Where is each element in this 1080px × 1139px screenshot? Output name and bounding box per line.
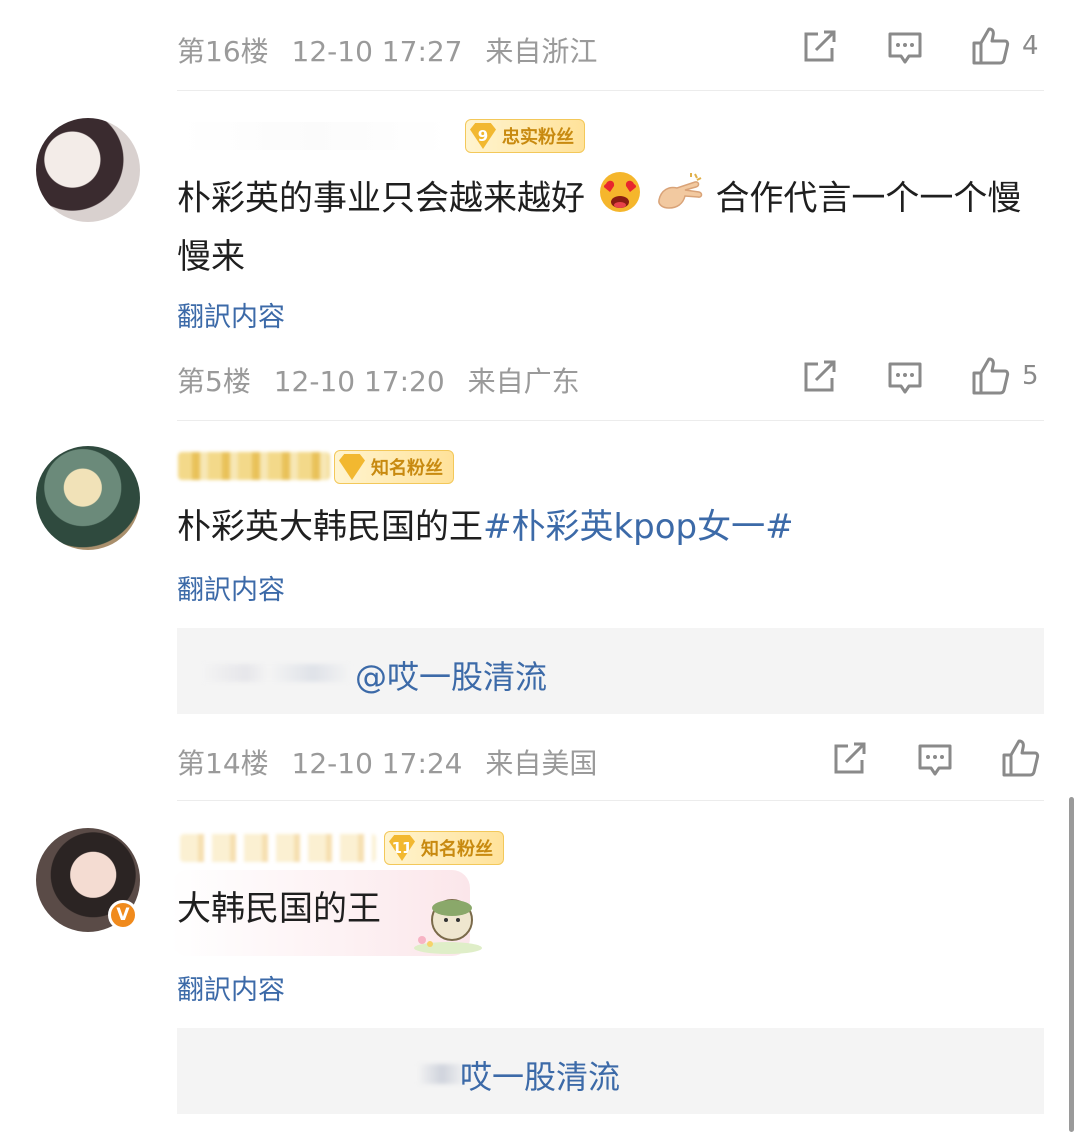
comment-meta: 第5楼 12-10 17:20 来自广东 — [177, 360, 594, 400]
fan-badge[interactable]: 9 忠实粉丝 — [465, 119, 585, 153]
reply-mention[interactable]: @哎一股清流 — [355, 652, 547, 698]
share-button[interactable] — [802, 30, 838, 64]
fan-label: 知名粉丝 — [371, 458, 443, 479]
floor-label: 第5楼 — [177, 365, 251, 398]
location: 来自浙江 — [485, 35, 598, 68]
timestamp: 12-10 17:24 — [291, 747, 463, 780]
username-blurred[interactable] — [178, 452, 330, 480]
comment-meta: 第16楼 12-10 17:27 来自浙江 — [177, 30, 611, 70]
blurred-reply-name — [201, 664, 351, 682]
like-count: 5 — [1022, 361, 1039, 391]
share-icon — [804, 360, 836, 392]
divider — [177, 420, 1044, 421]
comment-icon — [888, 362, 922, 394]
reply-mention[interactable]: 哎一股清流 — [460, 1052, 620, 1098]
avatar[interactable] — [36, 446, 140, 550]
comment-button[interactable] — [887, 30, 923, 66]
like-icon — [972, 27, 1010, 65]
fan-level: 9 — [470, 123, 496, 149]
fan-level — [339, 454, 365, 480]
fan-badge[interactable]: 知名粉丝 — [334, 450, 454, 484]
share-button[interactable] — [832, 742, 868, 776]
avatar[interactable] — [36, 118, 140, 222]
fan-level: 11 — [389, 835, 415, 861]
hand-emoji-icon — [655, 170, 705, 230]
verified-badge: V — [108, 900, 138, 930]
like-icon — [972, 357, 1010, 395]
like-button[interactable] — [1000, 738, 1040, 778]
location: 来自广东 — [467, 365, 580, 398]
comment-text-part: 慢来 — [177, 237, 245, 277]
divider — [177, 90, 1044, 91]
comment-button[interactable] — [917, 742, 953, 778]
divider — [177, 800, 1044, 801]
timestamp: 12-10 17:27 — [291, 35, 463, 68]
heart-eyes-emoji-icon — [596, 170, 644, 230]
like-count: 4 — [1022, 31, 1039, 61]
share-icon — [804, 30, 836, 62]
translate-link[interactable]: 翻訳内容 — [177, 968, 285, 1007]
translate-link[interactable]: 翻訳内容 — [177, 568, 285, 607]
reply-preview[interactable] — [177, 628, 1044, 714]
floor-label: 第14楼 — [177, 747, 269, 780]
comment-icon — [918, 744, 952, 776]
share-button[interactable] — [802, 360, 838, 394]
floor-label: 第16楼 — [177, 35, 269, 68]
comment-meta: 第14楼 12-10 17:24 来自美国 — [177, 742, 611, 782]
fan-badge[interactable]: 11 知名粉丝 — [384, 831, 504, 865]
scrollbar[interactable] — [1069, 797, 1074, 1132]
fan-label: 忠实粉丝 — [502, 127, 574, 148]
like-icon — [1002, 739, 1040, 777]
share-icon — [834, 742, 866, 774]
sticker-icon — [408, 890, 488, 960]
comment-text-part: 朴彩英大韩民国的王 — [177, 507, 483, 547]
comment-button[interactable] — [887, 360, 923, 396]
comment-text: 朴彩英的事业只会越来越好 合作代言一个一个慢 慢来 — [177, 170, 1047, 284]
comment-text: 大韩民国的王 — [177, 889, 381, 929]
fan-label: 知名粉丝 — [421, 839, 493, 860]
username-blurred[interactable] — [180, 122, 450, 150]
comment-text-part: 合作代言一个一个慢 — [715, 178, 1022, 219]
like-button[interactable]: 5 — [970, 356, 1039, 396]
like-button[interactable]: 4 — [970, 26, 1039, 66]
username-blurred[interactable] — [180, 834, 376, 862]
timestamp: 12-10 17:20 — [273, 365, 445, 398]
comment-text: 朴彩英大韩民国的王#朴彩英kpop女一# — [177, 500, 1047, 554]
hashtag-link[interactable]: #朴彩英kpop女一# — [483, 507, 794, 547]
comment-icon — [888, 32, 922, 64]
comment-text-part: 朴彩英的事业只会越来越好 — [177, 178, 585, 219]
location: 来自美国 — [485, 747, 598, 780]
translate-link[interactable]: 翻訳内容 — [177, 295, 285, 334]
